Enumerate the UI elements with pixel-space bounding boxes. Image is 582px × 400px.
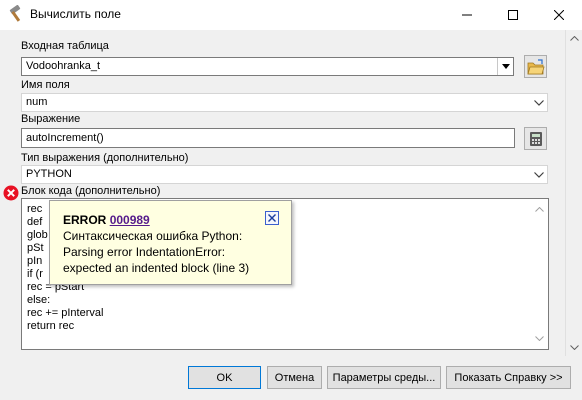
minimize-icon xyxy=(462,14,472,16)
window-title: Вычислить поле xyxy=(30,7,121,21)
scroll-up-icon[interactable] xyxy=(531,201,548,218)
code-line: def xyxy=(27,216,43,228)
show-help-button[interactable]: Показать Справку >> xyxy=(446,366,571,389)
close-icon xyxy=(554,10,564,20)
error-title: ERROR 000989 xyxy=(63,213,150,227)
code-line: rec xyxy=(27,203,43,215)
expression-label: Выражение xyxy=(21,113,81,125)
dropdown-arrow-icon[interactable] xyxy=(497,58,513,75)
code-scrollbar[interactable] xyxy=(531,199,548,349)
environments-button[interactable]: Параметры среды... xyxy=(327,366,441,389)
input-table-select[interactable]: Vodoohranka_t xyxy=(21,57,514,76)
cancel-button[interactable]: Отмена xyxy=(267,366,322,389)
code-line: return rec xyxy=(27,320,75,332)
field-name-value: num xyxy=(26,96,48,108)
code-line: glob xyxy=(27,229,48,241)
close-button[interactable] xyxy=(536,0,582,30)
maximize-icon xyxy=(508,10,518,20)
error-tooltip: ERROR 000989 Синтаксическая ошибка Pytho… xyxy=(49,200,292,285)
calculator-button[interactable] xyxy=(524,127,547,150)
expression-type-label: Тип выражения (дополнительно) xyxy=(21,152,189,164)
scroll-down-icon[interactable] xyxy=(531,330,548,347)
expression-input[interactable] xyxy=(22,129,514,147)
error-code-link[interactable]: 000989 xyxy=(110,213,150,227)
open-folder-icon xyxy=(526,58,545,74)
hammer-icon xyxy=(7,4,25,23)
error-icon[interactable] xyxy=(3,185,19,201)
scroll-down-icon[interactable] xyxy=(566,339,582,356)
expression-type-select[interactable]: PYTHON xyxy=(21,165,548,184)
expression-type-value: PYTHON xyxy=(26,168,72,180)
error-label: ERROR xyxy=(63,213,107,227)
close-icon xyxy=(268,214,276,222)
input-table-label: Входная таблица xyxy=(21,40,109,52)
browse-folder-button[interactable] xyxy=(524,55,547,78)
code-block-label: Блок кода (дополнительно) xyxy=(21,185,161,197)
code-line: pSt xyxy=(27,242,44,254)
dialog-scrollbar[interactable] xyxy=(565,30,582,356)
calculator-icon xyxy=(529,131,542,146)
input-table-value: Vodoohranka_t xyxy=(26,60,101,72)
tooltip-close-button[interactable] xyxy=(265,211,279,225)
chevron-down-icon[interactable] xyxy=(531,166,547,183)
error-message-line: Синтаксическая ошибка Python: xyxy=(63,229,243,243)
code-line: pIn xyxy=(27,255,43,267)
button-bar: OK Отмена Параметры среды... Показать Сп… xyxy=(0,356,582,400)
minimize-button[interactable] xyxy=(444,0,490,30)
expression-field[interactable] xyxy=(21,128,515,148)
error-message-line: Parsing error IndentationError: xyxy=(63,245,226,259)
maximize-button[interactable] xyxy=(490,0,536,30)
chevron-down-icon[interactable] xyxy=(531,94,547,111)
scroll-up-icon[interactable] xyxy=(566,30,582,47)
field-name-label: Имя поля xyxy=(21,79,70,91)
code-line: else: xyxy=(27,294,51,306)
title-bar: Вычислить поле xyxy=(0,0,582,30)
ok-button[interactable]: OK xyxy=(188,366,261,389)
code-line: if (r xyxy=(27,268,43,280)
error-message-line: expected an indented block (line 3) xyxy=(63,261,250,275)
field-name-select[interactable]: num xyxy=(21,93,548,112)
code-line: rec += pInterval xyxy=(27,307,104,319)
